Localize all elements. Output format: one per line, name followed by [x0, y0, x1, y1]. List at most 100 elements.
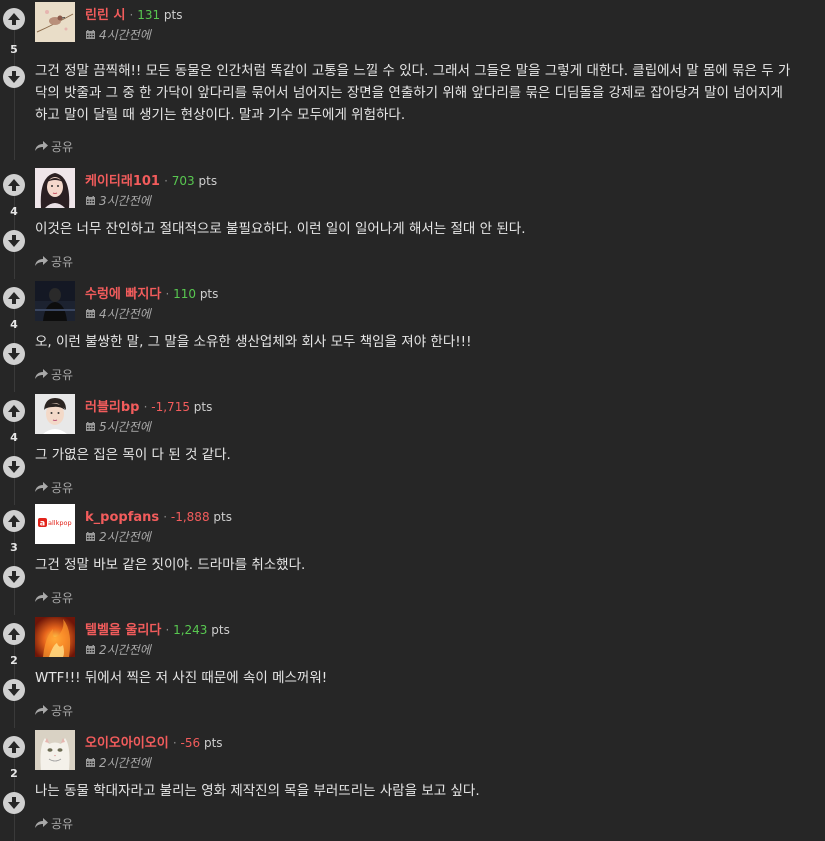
upvote-button[interactable]: [3, 400, 25, 422]
share-button[interactable]: 공유: [35, 702, 73, 719]
author-line: 러블리bp · -1,715 pts: [85, 398, 212, 417]
downvote-button[interactable]: [3, 566, 25, 588]
share-label: 공유: [51, 704, 74, 718]
points-unit: pts: [193, 400, 213, 414]
upvote-button[interactable]: [3, 8, 25, 30]
author-name[interactable]: 러블리bp: [85, 400, 140, 415]
upvote-button[interactable]: [3, 623, 25, 645]
separator: ·: [172, 736, 181, 750]
points-unit: pts: [211, 623, 230, 637]
share-label: 공유: [51, 368, 74, 382]
time-text: 4시간전에: [99, 28, 151, 42]
author-name[interactable]: 케이티래101: [85, 174, 160, 189]
downvote-button[interactable]: [3, 679, 25, 701]
separator: ·: [164, 174, 172, 188]
fire-avatar[interactable]: [35, 617, 75, 657]
arrow-up-icon: [8, 515, 20, 527]
share-icon: [35, 592, 48, 602]
author-line: 수렁에 빠지다 · 110 pts: [85, 285, 218, 304]
timestamp: 5시간전에: [85, 418, 151, 435]
author-line: 린린 시 · 131 pts: [85, 6, 183, 25]
points-unit: pts: [163, 8, 183, 22]
arrow-down-icon: [8, 797, 20, 809]
vote-column: 3: [0, 502, 30, 615]
arrow-down-icon: [8, 684, 20, 696]
timestamp: 3시간전에: [85, 192, 151, 209]
downvote-button[interactable]: [3, 792, 25, 814]
comment-7: 2 오이오아이오이 · -56 pts 2시간전에 나는 동물 학대자라고 불리…: [0, 728, 825, 841]
share-icon: [35, 818, 48, 828]
timestamp: 4시간전에: [85, 305, 151, 322]
calendar-icon: [86, 422, 95, 431]
cat-avatar[interactable]: [35, 730, 75, 770]
vote-column: 2: [0, 615, 30, 728]
time-text: 2시간전에: [99, 530, 151, 544]
vote-score: 4: [10, 431, 18, 444]
arrow-down-icon: [8, 235, 20, 247]
points-value: 1,243: [173, 623, 208, 637]
arrow-up-icon: [8, 292, 20, 304]
downvote-button[interactable]: [3, 343, 25, 365]
share-button[interactable]: 공유: [35, 589, 73, 606]
upvote-button[interactable]: [3, 174, 25, 196]
user-points: 703 pts: [172, 174, 217, 188]
comment-list: 5 린린 시 · 131 pts 4시간전에 그건 정말 끔찍해!! 모든 동물…: [0, 0, 825, 841]
share-button[interactable]: 공유: [35, 138, 73, 155]
share-button[interactable]: 공유: [35, 366, 73, 383]
thread-line: [14, 20, 15, 160]
separator: ·: [163, 510, 171, 524]
author-name[interactable]: 오이오아이오이: [85, 736, 169, 751]
time-text: 4시간전에: [99, 307, 151, 321]
bird-avatar[interactable]: [35, 2, 75, 42]
author-name[interactable]: 수렁에 빠지다: [85, 287, 161, 302]
allkpop-logo-text: allkpop: [48, 519, 72, 527]
points-value: 703: [171, 174, 195, 188]
author-name[interactable]: k_popfans: [85, 510, 159, 525]
share-label: 공유: [51, 591, 74, 605]
vote-column: 5: [0, 0, 30, 160]
share-button[interactable]: 공유: [35, 253, 73, 270]
dark-figure-avatar[interactable]: [35, 281, 75, 321]
comment-text: 오, 이런 불쌍한 말, 그 말을 소유한 생산업체와 회사 모두 책임을 져야…: [35, 334, 472, 350]
author-name[interactable]: 린린 시: [85, 8, 125, 23]
author-name[interactable]: 텔벨을 울리다: [85, 623, 161, 638]
share-icon: [35, 705, 48, 715]
separator: ·: [165, 623, 174, 637]
share-label: 공유: [51, 140, 74, 154]
comment-text: 그건 정말 바보 같은 짓이야. 드라마를 취소했다.: [35, 557, 306, 573]
comment-text: 그 가엾은 집은 목이 다 된 것 같다.: [35, 447, 231, 463]
upvote-button[interactable]: [3, 287, 25, 309]
vote-score: 3: [10, 541, 18, 554]
user-points: 1,243 pts: [173, 623, 230, 637]
allkpop-logo-avatar[interactable]: a allkpop: [35, 504, 75, 544]
comment-text: 나는 동물 학대자라고 불리는 영화 제작진의 목을 부러뜨리는 사람을 보고 …: [35, 783, 480, 799]
author-line: 케이티래101 · 703 pts: [85, 172, 217, 191]
woman-avatar[interactable]: [35, 168, 75, 208]
downvote-button[interactable]: [3, 230, 25, 252]
share-button[interactable]: 공유: [35, 815, 73, 832]
man-avatar[interactable]: [35, 394, 75, 434]
timestamp: 4시간전에: [85, 26, 151, 43]
points-value: -56: [180, 736, 201, 750]
share-button[interactable]: 공유: [35, 479, 73, 496]
vote-score: 2: [10, 654, 18, 667]
svg-text:a: a: [40, 519, 45, 528]
vote-column: 4: [0, 279, 30, 392]
points-value: -1,715: [151, 400, 190, 414]
time-text: 5시간전에: [99, 420, 151, 434]
vote-column: 4: [0, 392, 30, 505]
share-icon: [35, 256, 48, 266]
comment-2: 4 케이티래101 · 703 pts 3시간전에 이것은 너무 잔인하고 절대…: [0, 166, 825, 279]
upvote-button[interactable]: [3, 510, 25, 532]
comment-text: WTF!!! 뒤에서 찍은 저 사진 때문에 속이 메스꺼워!: [35, 670, 328, 686]
downvote-button[interactable]: [3, 456, 25, 478]
upvote-button[interactable]: [3, 736, 25, 758]
points-unit: pts: [203, 736, 223, 750]
downvote-button[interactable]: [3, 66, 25, 88]
calendar-icon: [86, 309, 95, 318]
share-icon: [35, 369, 48, 379]
vote-score: 4: [10, 205, 18, 218]
arrow-up-icon: [8, 179, 20, 191]
points-unit: pts: [198, 174, 218, 188]
comment-3: 4 수렁에 빠지다 · 110 pts 4시간전에 오, 이런 불쌍한 말, 그…: [0, 279, 825, 392]
